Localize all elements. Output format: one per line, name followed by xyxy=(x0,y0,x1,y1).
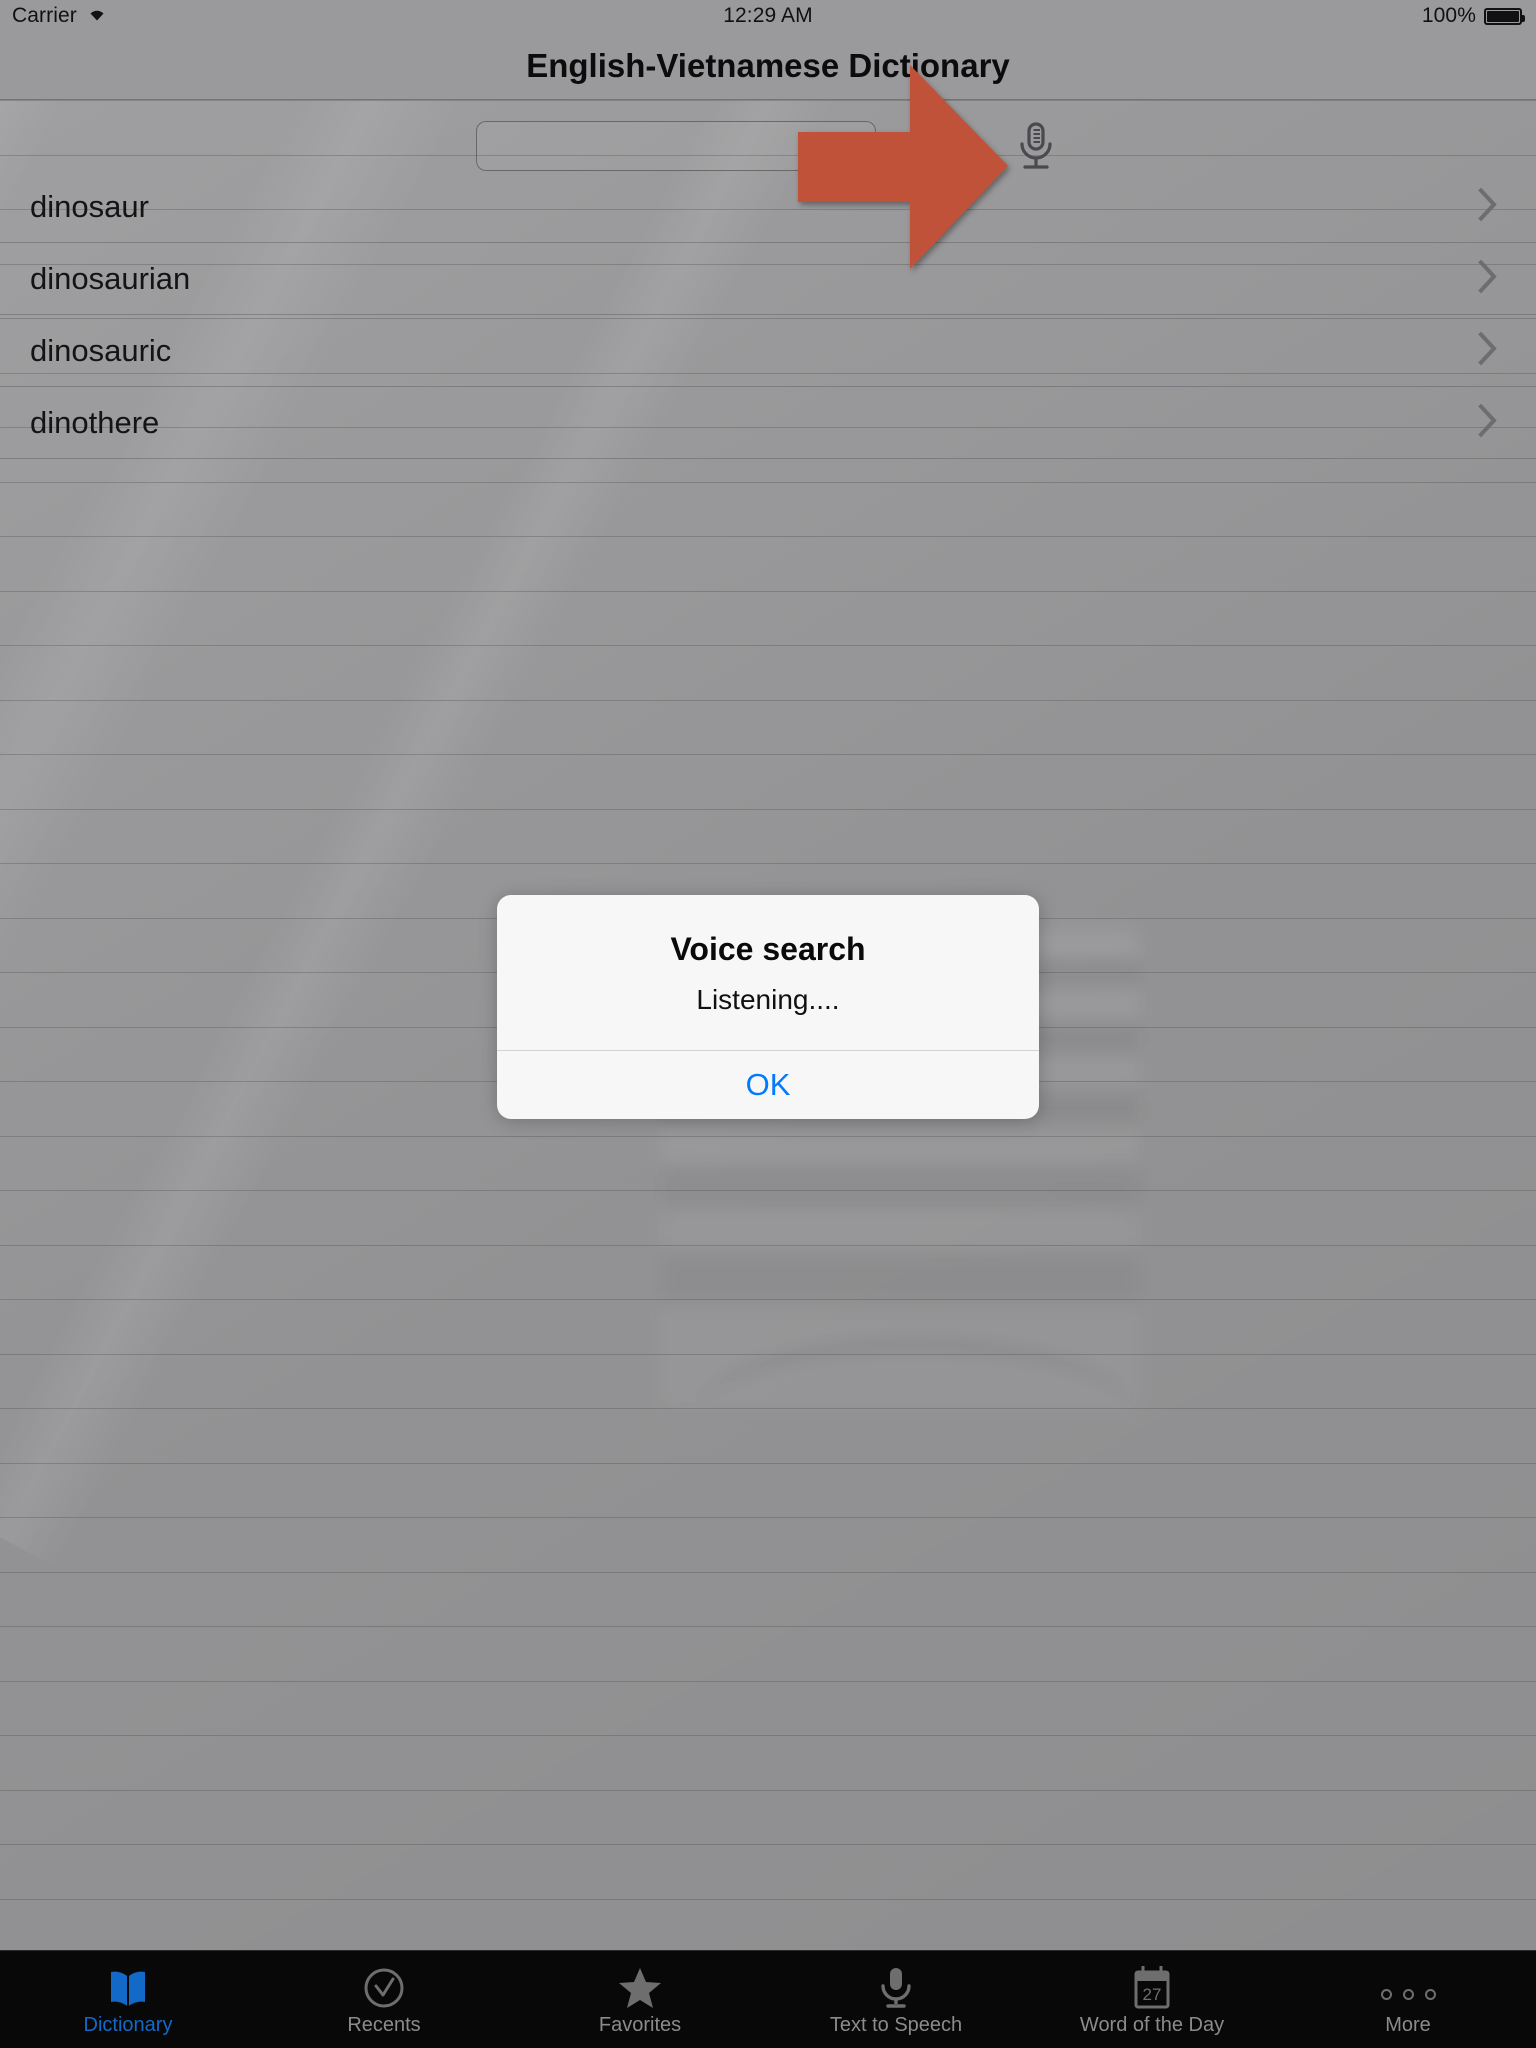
tab-item-word-of-the-day[interactable]: 27 Word of the Day xyxy=(1024,1951,1280,2048)
svg-text:27: 27 xyxy=(1143,1985,1162,2004)
ellipsis-icon xyxy=(1380,1964,1436,2010)
tab-label: More xyxy=(1385,2014,1431,2036)
alert-ok-button[interactable]: OK xyxy=(497,1051,1039,1119)
tab-item-favorites[interactable]: Favorites xyxy=(512,1951,768,2048)
tab-label: Text to Speech xyxy=(829,2014,963,2036)
tab-label: Dictionary xyxy=(83,2014,173,2036)
tab-label: Recents xyxy=(347,2014,421,2036)
tab-item-text-to-speech[interactable]: Text to Speech xyxy=(768,1951,1024,2048)
app-root: Carrier 12:29 AM 100% English-Vietnamese… xyxy=(0,0,1536,2048)
tab-item-recents[interactable]: Recents xyxy=(256,1951,512,2048)
alert-message: Listening.... xyxy=(696,984,840,1015)
calendar-icon: 27 xyxy=(1130,1964,1174,2010)
tab-label: Word of the Day xyxy=(1079,2014,1225,2036)
alert-title: Voice search xyxy=(670,931,866,967)
ellipsis-icon xyxy=(1380,1989,1436,2010)
star-icon xyxy=(617,1964,663,2010)
tab-item-more[interactable]: More xyxy=(1280,1951,1536,2048)
voice-search-alert: Voice search Listening.... OK xyxy=(497,895,1039,1119)
tab-label: Favorites xyxy=(598,2014,682,2036)
book-icon xyxy=(106,1964,150,2010)
tab-item-dictionary[interactable]: Dictionary xyxy=(0,1951,256,2048)
microphone-icon xyxy=(878,1964,914,2010)
tab-bar: Dictionary Recents Favorites Text to Speech… xyxy=(0,1950,1536,2048)
clock-check-icon xyxy=(362,1964,406,2010)
